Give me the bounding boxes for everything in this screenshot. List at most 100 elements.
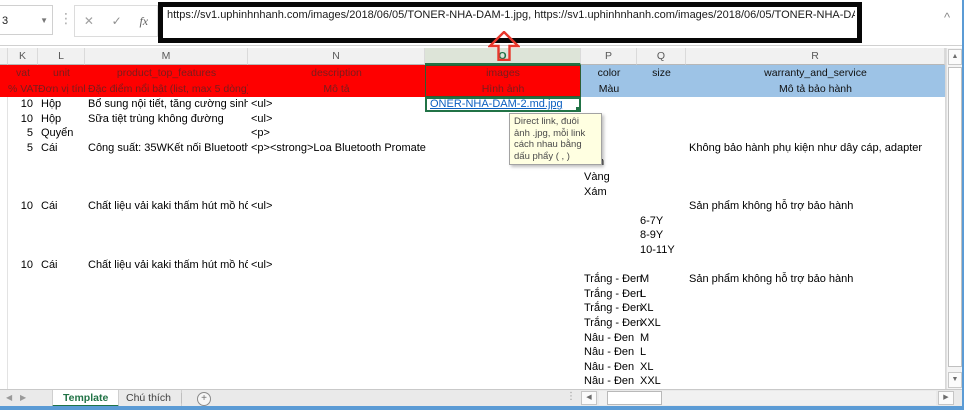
cell-K13[interactable] <box>8 243 38 258</box>
cell-P8[interactable]: Vàng <box>581 170 637 185</box>
cell-R6[interactable]: Không bảo hành phụ kiện như dây cáp, ada… <box>686 141 945 156</box>
header-O-label[interactable]: Hình ảnh <box>425 81 581 97</box>
sheet-tab-chu-thich[interactable]: Chú thích <box>116 390 182 407</box>
cell-J7[interactable] <box>0 155 8 170</box>
cell-P18[interactable]: Trắng - Đen <box>581 316 637 331</box>
cell-R22[interactable] <box>686 374 945 389</box>
vertical-scrollbar-thumb[interactable] <box>948 67 962 367</box>
cell-L22[interactable] <box>38 374 85 389</box>
cell-K22[interactable] <box>8 374 38 389</box>
cell-J19[interactable] <box>0 331 8 346</box>
cell-K14[interactable]: 10 <box>8 258 38 273</box>
cell-M22[interactable] <box>85 374 248 389</box>
cell-L16[interactable] <box>38 287 85 302</box>
hscroll-right-icon[interactable]: ▶ <box>938 391 954 405</box>
cell-Q7[interactable] <box>637 155 686 170</box>
cell-M5[interactable] <box>85 126 248 141</box>
cell-K16[interactable] <box>8 287 38 302</box>
cell-R8[interactable] <box>686 170 945 185</box>
cell-P14[interactable] <box>581 258 637 273</box>
cell-O18[interactable] <box>425 316 581 331</box>
cell-Q5[interactable] <box>637 126 686 141</box>
cell-J9[interactable] <box>0 185 8 200</box>
cell-P3[interactable] <box>581 97 637 112</box>
column-header-N[interactable]: N <box>248 48 425 65</box>
formula-bar-collapse-icon[interactable]: ^ <box>944 10 950 25</box>
header-N-label[interactable]: Mô tả <box>248 81 425 97</box>
cell-M6[interactable]: Công suất: 35WKết nối BluetoothTícl <box>85 141 248 156</box>
cell-P10[interactable] <box>581 199 637 214</box>
cell-M4[interactable]: Sữa tiệt trùng không đường <box>85 112 248 127</box>
scroll-up-icon[interactable]: ▲ <box>948 49 962 65</box>
cell-M16[interactable] <box>85 287 248 302</box>
cell-P12[interactable] <box>581 228 637 243</box>
cell-O13[interactable] <box>425 243 581 258</box>
header-M-label[interactable]: Đặc điểm nổi bật (list, max 5 dòng) <box>85 81 248 97</box>
cell-M18[interactable] <box>85 316 248 331</box>
cell-O20[interactable] <box>425 345 581 360</box>
cell-Q20[interactable]: L <box>637 345 686 360</box>
cell-O22[interactable] <box>425 374 581 389</box>
cell-N15[interactable] <box>248 272 425 287</box>
cell-M13[interactable] <box>85 243 248 258</box>
cell-K10[interactable]: 10 <box>8 199 38 214</box>
sheet-tab-template[interactable]: Template <box>52 390 119 407</box>
cell-J15[interactable] <box>0 272 8 287</box>
cell-K8[interactable] <box>8 170 38 185</box>
cell-K20[interactable] <box>8 345 38 360</box>
cell-K18[interactable] <box>8 316 38 331</box>
header-L-field[interactable]: unit <box>38 65 85 81</box>
column-header-M[interactable]: M <box>85 48 248 65</box>
cell-J17[interactable] <box>0 301 8 316</box>
cell-Q12[interactable]: 8-9Y <box>637 228 686 243</box>
cell-R12[interactable] <box>686 228 945 243</box>
cell-L15[interactable] <box>38 272 85 287</box>
cell-R7[interactable] <box>686 155 945 170</box>
cell-R10[interactable]: Sản phẩm không hỗ trợ bảo hành <box>686 199 945 214</box>
cell-L6[interactable]: Cái <box>38 141 85 156</box>
cell-M21[interactable] <box>85 360 248 375</box>
cell-L12[interactable] <box>38 228 85 243</box>
hscroll-left-icon[interactable]: ◀ <box>581 391 597 405</box>
cell-R16[interactable] <box>686 287 945 302</box>
cell-L19[interactable] <box>38 331 85 346</box>
header-K-field[interactable]: vat <box>8 65 38 81</box>
cell-O19[interactable] <box>425 331 581 346</box>
image-hyperlink-text[interactable]: ONER-NHA-DAM-2.md.jpg <box>430 98 563 110</box>
cell-N17[interactable] <box>248 301 425 316</box>
cell-P21[interactable]: Nâu - Đen <box>581 360 637 375</box>
cell-N19[interactable] <box>248 331 425 346</box>
cell-O16[interactable] <box>425 287 581 302</box>
cell-Q4[interactable] <box>637 112 686 127</box>
cell-K21[interactable] <box>8 360 38 375</box>
cell-K12[interactable] <box>8 228 38 243</box>
cell-L10[interactable]: Cái <box>38 199 85 214</box>
cell-J6[interactable] <box>0 141 8 156</box>
cell-L11[interactable] <box>38 214 85 229</box>
column-header-R[interactable]: R <box>686 48 945 65</box>
cell-Q14[interactable] <box>637 258 686 273</box>
selected-cell-O3[interactable]: ONER-NHA-DAM-2.md.jpg <box>425 97 581 112</box>
cell-O11[interactable] <box>425 214 581 229</box>
cell-L20[interactable] <box>38 345 85 360</box>
cell-L18[interactable] <box>38 316 85 331</box>
cell-P13[interactable] <box>581 243 637 258</box>
cell-J22[interactable] <box>0 374 8 389</box>
cell-Q19[interactable]: M <box>637 331 686 346</box>
cell-R21[interactable] <box>686 360 945 375</box>
cell-K3[interactable]: 10 <box>8 97 38 112</box>
cell-K19[interactable] <box>8 331 38 346</box>
cell-J14[interactable] <box>0 258 8 273</box>
cell-R9[interactable] <box>686 185 945 200</box>
cell-J21[interactable] <box>0 360 8 375</box>
cell-K7[interactable] <box>8 155 38 170</box>
cell-L9[interactable] <box>38 185 85 200</box>
tab-nav-right-icon[interactable]: ▶ <box>20 393 26 402</box>
cell-M11[interactable] <box>85 214 248 229</box>
insert-function-icon[interactable]: fx <box>139 14 148 29</box>
cell-Q15[interactable]: M <box>637 272 686 287</box>
column-header-O[interactable]: O <box>425 48 581 65</box>
cell-Q8[interactable] <box>637 170 686 185</box>
cell-O9[interactable] <box>425 185 581 200</box>
cell-R14[interactable] <box>686 258 945 273</box>
